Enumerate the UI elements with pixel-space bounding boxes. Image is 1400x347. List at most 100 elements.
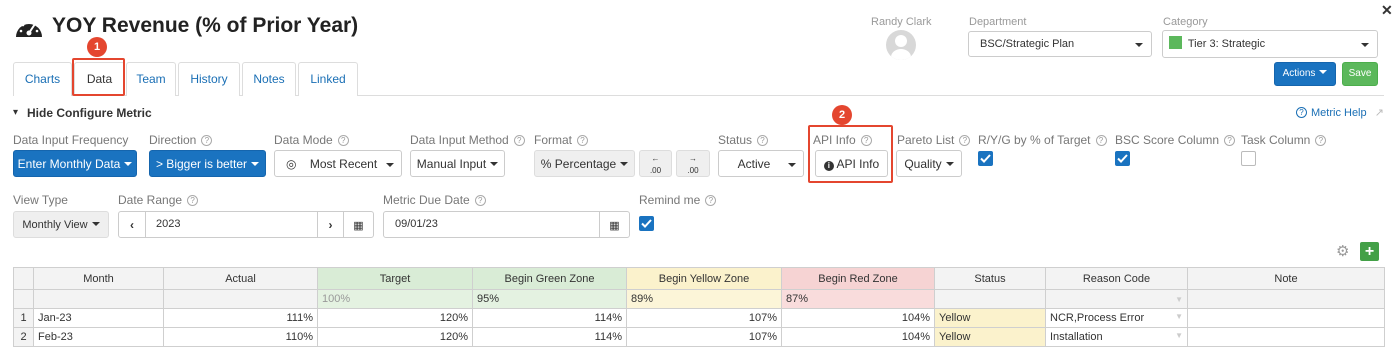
cell-green[interactable]: 114%: [472, 327, 627, 347]
decrease-decimal-button[interactable]: ← .00: [639, 150, 672, 177]
help-icon: ?: [187, 195, 199, 206]
cell-yellow[interactable]: 107%: [626, 308, 782, 328]
cell-actual[interactable]: 111%: [163, 308, 318, 328]
cell-target[interactable]: 120%: [317, 327, 473, 347]
remind-checkbox[interactable]: [639, 216, 654, 231]
date-next-button[interactable]: ›: [317, 211, 344, 238]
external-link-icon: ↗: [1374, 107, 1384, 119]
save-button[interactable]: Save: [1342, 62, 1378, 86]
grid-header-row: Month Actual Target Begin Green Zone Beg…: [13, 267, 1385, 290]
tab-history[interactable]: History: [178, 62, 240, 96]
category-label: Category: [1163, 16, 1208, 28]
header-green-zone[interactable]: Begin Green Zone: [472, 267, 627, 290]
cell-reason[interactable]: NCR,Process Error ▼: [1045, 308, 1188, 328]
cell-green[interactable]: 114%: [472, 308, 627, 328]
due-date-value: 09/01/23: [395, 218, 438, 230]
data-grid: Month Actual Target Begin Green Zone Beg…: [13, 267, 1385, 347]
direction-label: Direction?: [149, 133, 213, 147]
add-row-button[interactable]: +: [1360, 242, 1379, 261]
cell-actual[interactable]: 110%: [163, 327, 318, 347]
cell-month[interactable]: Jan-23: [33, 308, 164, 328]
close-icon[interactable]: ✕: [1381, 2, 1393, 19]
default-month: [33, 289, 164, 309]
help-icon: ?: [959, 135, 971, 146]
status-select[interactable]: Active: [718, 150, 804, 177]
date-range-input[interactable]: 2023: [145, 211, 318, 238]
method-label: Data Input Method?: [410, 133, 525, 147]
help-icon: ?: [577, 135, 589, 146]
default-yellow[interactable]: 89%: [626, 289, 782, 309]
tab-team[interactable]: Team: [126, 62, 176, 96]
view-type-dropdown[interactable]: Monthly View: [13, 211, 109, 238]
header-note[interactable]: Note: [1187, 267, 1385, 290]
header-yellow-zone[interactable]: Begin Yellow Zone: [626, 267, 782, 290]
hide-configure-toggle[interactable]: Hide Configure Metric: [27, 106, 152, 120]
date-range-value: 2023: [156, 218, 181, 230]
cell-note[interactable]: [1187, 308, 1385, 328]
cell-reason[interactable]: Installation ▼: [1045, 327, 1188, 347]
category-select[interactable]: Tier 3: Strategic: [1162, 30, 1378, 58]
header-reason-code[interactable]: Reason Code: [1045, 267, 1188, 290]
ryg-label-text: R/Y/G by % of Target: [978, 133, 1091, 147]
cell-status: Yellow: [934, 327, 1046, 347]
bsc-checkbox[interactable]: [1115, 151, 1130, 166]
increase-decimal-button[interactable]: → .00: [676, 150, 710, 177]
chevron-down-icon: ▼: [1175, 294, 1183, 304]
pareto-dropdown[interactable]: Quality: [896, 150, 962, 177]
defaults-row: 100% 95% 89% 87% ▼: [13, 289, 1385, 309]
decrease-decimal-label: .00: [649, 166, 662, 175]
status-label-text: Status: [718, 133, 753, 147]
speedometer-icon: [14, 15, 44, 44]
tab-charts[interactable]: Charts: [13, 62, 72, 96]
default-red[interactable]: 87%: [781, 289, 935, 309]
due-date-label-text: Metric Due Date: [383, 193, 470, 207]
task-label: Task Column?: [1241, 133, 1327, 147]
header-target[interactable]: Target: [317, 267, 473, 290]
due-date-input[interactable]: 09/01/23: [383, 211, 600, 238]
chevron-down-icon[interactable]: ▾: [13, 107, 18, 118]
frequency-dropdown[interactable]: Enter Monthly Data: [13, 150, 137, 177]
help-icon: ?: [1095, 135, 1107, 146]
chevron-down-icon: [124, 162, 133, 166]
calendar-button[interactable]: ▦: [343, 211, 374, 238]
avatar[interactable]: [886, 30, 916, 60]
pareto-label: Pareto List?: [897, 133, 971, 147]
cell-target[interactable]: 120%: [317, 308, 473, 328]
row-number: 1: [13, 308, 34, 328]
default-actual: [163, 289, 318, 309]
tab-notes[interactable]: Notes: [242, 62, 296, 96]
cell-yellow[interactable]: 107%: [626, 327, 782, 347]
header-actual[interactable]: Actual: [163, 267, 318, 290]
cell-note[interactable]: [1187, 327, 1385, 347]
gear-icon[interactable]: ⚙: [1336, 242, 1349, 260]
task-checkbox[interactable]: [1241, 151, 1256, 166]
due-date-calendar-button[interactable]: ▦: [599, 211, 630, 238]
department-select[interactable]: BSC/Strategic Plan: [968, 31, 1152, 57]
corner-cell: [13, 267, 34, 290]
cell-red[interactable]: 104%: [781, 327, 935, 347]
date-range-label: Date Range?: [118, 193, 199, 207]
date-prev-button[interactable]: ‹: [118, 211, 146, 238]
header-month[interactable]: Month: [33, 267, 164, 290]
help-icon: ?: [201, 135, 213, 146]
mode-select[interactable]: ◎ Most Recent: [274, 150, 402, 177]
step-badge-1: 1: [87, 37, 107, 57]
metric-help-link[interactable]: ? Metric Help ↗: [1296, 106, 1384, 119]
step-badge-2: 2: [832, 105, 852, 125]
default-green[interactable]: 95%: [472, 289, 627, 309]
remind-label: Remind me?: [639, 193, 717, 207]
actions-button[interactable]: Actions: [1274, 62, 1336, 86]
header-red-zone[interactable]: Begin Red Zone: [781, 267, 935, 290]
format-dropdown[interactable]: % Percentage: [534, 150, 635, 177]
header-status[interactable]: Status: [934, 267, 1046, 290]
default-status: [934, 289, 1046, 309]
direction-dropdown[interactable]: > Bigger is better: [149, 150, 266, 177]
tab-linked[interactable]: Linked: [298, 62, 358, 96]
cell-month[interactable]: Feb-23: [33, 327, 164, 347]
method-dropdown[interactable]: Manual Input: [410, 150, 505, 177]
default-target[interactable]: 100%: [317, 289, 473, 309]
ryg-checkbox[interactable]: [978, 151, 993, 166]
view-type-label: View Type: [13, 193, 68, 207]
cell-red[interactable]: 104%: [781, 308, 935, 328]
chevron-down-icon: ▼: [1175, 312, 1183, 321]
